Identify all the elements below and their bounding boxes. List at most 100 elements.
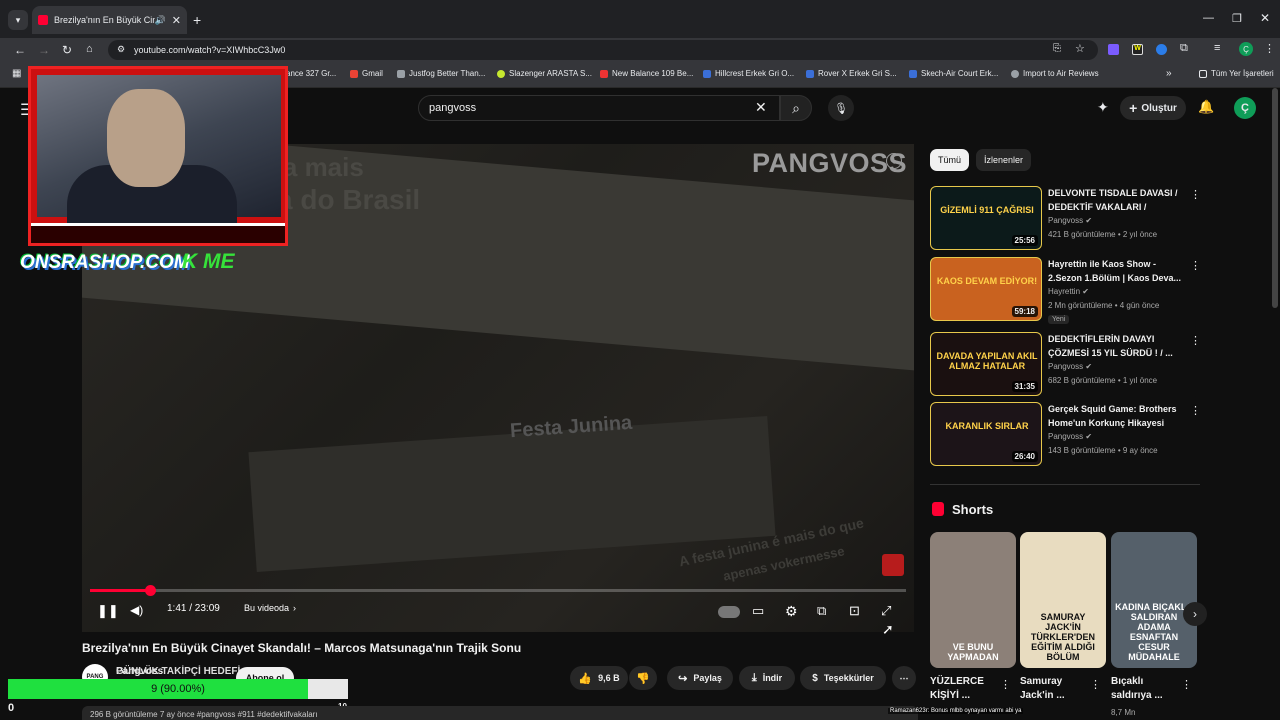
new-tab-button[interactable]: + bbox=[193, 12, 201, 28]
bookmark-star-icon[interactable]: ☆ bbox=[1075, 42, 1085, 55]
dislike-button[interactable]: 👎 bbox=[629, 666, 657, 690]
short-thumbnail[interactable]: KADINA BIÇAKLA SALDIRAN ADAMA ESNAFTAN C… bbox=[1111, 532, 1197, 668]
bookmark-item[interactable]: Skech-Air Court Erk... bbox=[909, 69, 998, 78]
clear-search-icon[interactable]: ✕ bbox=[755, 99, 767, 116]
more-bookmarks-icon[interactable]: » bbox=[1166, 68, 1172, 79]
thanks-button[interactable]: $ Teşekkürler bbox=[800, 666, 886, 690]
fullscreen-icon[interactable]: ⤢ bbox=[881, 603, 891, 619]
more-vert-icon[interactable]: ⋮ bbox=[1090, 678, 1101, 691]
subtitles-icon[interactable]: ▭ bbox=[752, 603, 764, 619]
search-button[interactable]: ⌕ bbox=[780, 95, 812, 121]
video-thumbnail[interactable]: KAOS DEVAM EDİYOR! 59:18 bbox=[930, 257, 1042, 321]
recommended-channel[interactable]: Pangvoss ✔ bbox=[1048, 216, 1092, 225]
bookmark-item[interactable]: Gmail bbox=[350, 69, 383, 78]
recommended-channel[interactable]: Pangvoss ✔ bbox=[1048, 432, 1092, 441]
video-meta-line: 296 B görüntüleme 7 ay önce #pangvoss #9… bbox=[90, 710, 318, 719]
bookmark-item[interactable]: New Balance 109 Be... bbox=[600, 69, 693, 78]
search-query-text: pangvoss bbox=[429, 102, 477, 114]
bookmark-item[interactable]: ance 327 Gr... bbox=[286, 69, 336, 78]
bookmark-item[interactable]: Rover X Erkek Gri S... bbox=[806, 69, 897, 78]
minimize-button[interactable]: — bbox=[1203, 12, 1214, 24]
thumbnail-text: KAOS DEVAM EDİYOR! bbox=[936, 276, 1038, 286]
home-icon[interactable]: ⌂ bbox=[86, 43, 93, 55]
video-thumbnail[interactable]: GİZEMLİ 911 ÇAĞRISI 25:56 bbox=[930, 186, 1042, 250]
install-app-icon[interactable]: ⎘ bbox=[1053, 43, 1061, 54]
recommended-video[interactable]: GİZEMLİ 911 ÇAĞRISI 25:56 DELVONTE TISDALE… bbox=[930, 186, 1201, 252]
share-button[interactable]: ↪ Paylaş bbox=[667, 666, 733, 690]
chip-watched[interactable]: İzlenenler bbox=[976, 149, 1032, 171]
video-thumbnail[interactable]: DAVADA YAPILAN AKIL ALMAZ HATALAR 31:35 bbox=[930, 332, 1042, 396]
bookmark-item[interactable]: Justfog Better Than... bbox=[397, 69, 485, 78]
cast-icon[interactable]: ⊡ bbox=[849, 603, 860, 619]
short-title[interactable]: Bıçaklı saldırıya ... bbox=[1111, 675, 1183, 703]
extension-icon[interactable] bbox=[1108, 44, 1119, 55]
gemini-sparkle-icon[interactable]: ✦ bbox=[1097, 99, 1109, 116]
more-vert-icon[interactable]: ⋮ bbox=[1190, 259, 1201, 272]
autoplay-toggle[interactable] bbox=[718, 606, 740, 618]
forward-icon[interactable]: → bbox=[38, 43, 50, 57]
recommended-title[interactable]: DEDEKTİFLERİN DAVAYI ÇÖZMESİ 15 YIL SÜRD… bbox=[1048, 332, 1182, 360]
search-input[interactable]: pangvoss ✕ bbox=[418, 95, 780, 121]
recommended-title[interactable]: Hayrettin ile Kaos Show - 2.Sezon 1.Bölü… bbox=[1048, 257, 1182, 285]
create-button[interactable]: + Oluştur bbox=[1120, 96, 1186, 120]
recommended-title[interactable]: DELVONTE TISDALE DAVASI / DEDEKTİF VAKAL… bbox=[1048, 186, 1182, 214]
short-title[interactable]: YÜZLERCE KİŞİYİ ... bbox=[930, 675, 1002, 703]
video-progress-bar[interactable] bbox=[90, 585, 906, 596]
settings-gear-icon[interactable]: ⚙ bbox=[785, 603, 798, 620]
back-icon[interactable]: ← bbox=[14, 43, 26, 57]
shorts-next-arrow-icon[interactable]: › bbox=[1183, 602, 1207, 626]
chip-all[interactable]: Tümü bbox=[930, 149, 970, 171]
more-vert-icon[interactable]: ⋮ bbox=[1181, 678, 1192, 691]
more-vert-icon[interactable]: ⋮ bbox=[1190, 188, 1201, 201]
reload-icon[interactable]: ↻ bbox=[62, 43, 72, 57]
verified-icon: ✔ bbox=[1085, 432, 1093, 441]
restore-button[interactable]: ❐ bbox=[1232, 12, 1242, 25]
recommended-channel[interactable]: Pangvoss ✔ bbox=[1048, 362, 1092, 371]
bookmark-item[interactable]: Hillcrest Erkek Gri O... bbox=[703, 69, 794, 78]
download-button[interactable]: ⤓ İndir bbox=[739, 666, 795, 690]
more-actions-button[interactable]: ⋯ bbox=[892, 666, 916, 690]
bookmark-item[interactable]: Slazenger ARASTA S... bbox=[497, 69, 592, 78]
info-card-icon[interactable]: i bbox=[886, 153, 902, 169]
all-bookmarks-folder[interactable]: Tüm Yer İşaretleri bbox=[1199, 69, 1274, 78]
pause-button[interactable]: ❚❚ bbox=[97, 603, 119, 619]
address-bar[interactable]: ⚙ youtube.com/watch?v=XIWhbcC3Jw0 bbox=[108, 40, 1098, 60]
close-window-button[interactable]: ✕ bbox=[1260, 11, 1270, 25]
profile-icon[interactable]: Ç bbox=[1239, 42, 1253, 56]
notifications-bell-icon[interactable]: 🔔 bbox=[1198, 99, 1214, 115]
page-scrollbar[interactable] bbox=[1272, 88, 1278, 308]
miniplayer-icon[interactable]: ⧉ bbox=[817, 603, 826, 619]
browser-menu-icon[interactable]: ⋮ bbox=[1264, 42, 1275, 55]
more-vert-icon[interactable]: ⋮ bbox=[1190, 404, 1201, 417]
short-thumbnail[interactable]: SAMURAY JACK'İN TÜRKLER'DEN EĞİTİM ALDIĞ… bbox=[1020, 532, 1106, 668]
video-thumbnail[interactable]: KARANLIK SIRLAR 26:40 bbox=[930, 402, 1042, 466]
recommended-channel[interactable]: Hayrettin ✔ bbox=[1048, 287, 1089, 296]
search-icon: ⌕ bbox=[792, 99, 800, 116]
site-info-icon[interactable]: ⚙ bbox=[117, 44, 125, 55]
volume-icon[interactable]: ◀) bbox=[130, 603, 143, 617]
recommended-video[interactable]: KAOS DEVAM EDİYOR! 59:18 Hayrettin ile Kao… bbox=[930, 257, 1201, 324]
recommended-title[interactable]: Gerçek Squid Game: Brothers Home'un Kork… bbox=[1048, 402, 1182, 430]
extension-blue-icon[interactable] bbox=[1156, 44, 1167, 55]
short-thumbnail[interactable]: VE BUNU YAPMADAN bbox=[930, 532, 1016, 668]
more-vert-icon[interactable]: ⋮ bbox=[1000, 678, 1011, 691]
browser-tab-active[interactable]: Brezilya'nın En Büyük Cinay... 🔊 ✕ bbox=[32, 6, 187, 34]
tab-search-icon[interactable]: ▾ bbox=[8, 10, 28, 30]
more-vert-icon[interactable]: ⋮ bbox=[1190, 334, 1201, 347]
media-control-icon[interactable]: ≡ bbox=[1214, 42, 1220, 54]
extension-w-icon[interactable]: W bbox=[1132, 44, 1143, 55]
close-tab-icon[interactable]: ✕ bbox=[172, 14, 181, 27]
recommended-video[interactable]: KARANLIK SIRLAR 26:40 Gerçek Squid Game: B… bbox=[930, 402, 1201, 468]
recommended-video[interactable]: DAVADA YAPILAN AKIL ALMAZ HATALAR 31:35 DE… bbox=[930, 332, 1201, 398]
bookmark-item[interactable]: Import to Air Reviews bbox=[1011, 69, 1099, 78]
apps-grid-icon[interactable]: ▦ bbox=[12, 68, 21, 79]
account-avatar[interactable]: Ç bbox=[1234, 97, 1256, 119]
chapters-button[interactable]: Bu videoda › bbox=[244, 603, 296, 613]
extensions-puzzle-icon[interactable]: ⧉ bbox=[1180, 42, 1188, 55]
short-title[interactable]: Samuray Jack'in ... bbox=[1020, 675, 1092, 703]
voice-search-button[interactable]: 🎙 bbox=[828, 95, 854, 121]
video-scrubber-knob[interactable] bbox=[144, 585, 156, 596]
like-button[interactable]: 👍 9,6 B bbox=[570, 666, 628, 690]
short-caption: SAMURAY JACK'İN TÜRKLER'DEN EĞİTİM ALDIĞ… bbox=[1030, 612, 1096, 662]
video-watermark-logo-icon bbox=[882, 554, 904, 576]
